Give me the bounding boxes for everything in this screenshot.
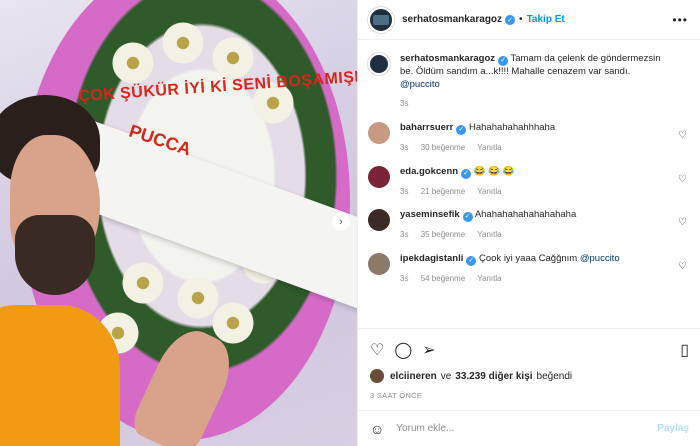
- add-comment-bar: ☺ Paylaş: [358, 410, 700, 446]
- reply-button[interactable]: Yanıtla: [477, 230, 501, 239]
- likes-suffix: beğendi: [536, 370, 573, 382]
- flower: [210, 35, 256, 81]
- comment-time: 3s: [400, 99, 409, 109]
- comment-time: 3s: [400, 143, 409, 153]
- comment-text: Çook iyi yaaa Cağğnım: [479, 253, 578, 265]
- list-item: baharrsuerr ✓ Hahahahahahhhaha 3s 30 beğe…: [368, 110, 691, 154]
- avatar[interactable]: [370, 369, 384, 383]
- follow-button[interactable]: Takip Et: [527, 14, 565, 25]
- avatar[interactable]: [368, 209, 390, 232]
- avatar[interactable]: [368, 253, 390, 276]
- flower: [110, 40, 156, 86]
- comment-username[interactable]: serhatosmankaragoz: [400, 53, 495, 64]
- post-timestamp[interactable]: 3 SAAT ÖNCE: [370, 391, 689, 400]
- list-item: ipekdagistanli ✓ Çook iyi yaaa Cağğnım @p…: [368, 241, 691, 285]
- emoji-icon[interactable]: ☺: [370, 421, 384, 437]
- reply-button[interactable]: Yanıtla: [477, 187, 501, 196]
- verified-icon: ✓: [461, 168, 472, 179]
- comment-text: Ahahahahahahahahaha: [474, 209, 577, 221]
- heart-icon[interactable]: ♡: [370, 340, 384, 360]
- heart-icon[interactable]: ♡: [678, 217, 687, 228]
- comment-username[interactable]: yaseminsefik: [400, 209, 460, 220]
- likes-count[interactable]: 33.239 diğer kişi: [455, 371, 532, 382]
- comment-text: 😂 😂 😂: [473, 165, 515, 177]
- verified-icon: ✓: [462, 212, 473, 223]
- comment-likes[interactable]: 21 beğenme: [421, 187, 465, 196]
- chevron-right-icon: ›: [339, 216, 343, 228]
- person: [0, 95, 130, 446]
- avatar[interactable]: [368, 6, 394, 33]
- comment-likes[interactable]: 35 beğenme: [421, 230, 465, 239]
- heart-icon[interactable]: ♡: [678, 261, 687, 272]
- separator: •: [519, 14, 523, 25]
- comment-icon[interactable]: ◯: [394, 340, 412, 360]
- comment-text: Hahahahahahhhaha: [468, 122, 556, 134]
- list-item: yaseminsefik ✓ Ahahahahahahahahaha 3s 35 …: [368, 197, 691, 241]
- share-icon[interactable]: ➢: [422, 340, 435, 360]
- comment-username[interactable]: eda.gokcenn: [400, 166, 458, 177]
- reply-button[interactable]: Yanıtla: [477, 274, 501, 283]
- comment-time: 3s: [400, 230, 409, 240]
- comment-username[interactable]: baharrsuerr: [400, 122, 453, 133]
- mention-link[interactable]: @puccito: [400, 79, 440, 90]
- likes-connector: ve: [440, 370, 452, 382]
- post-header: serhatosmankaragoz ✓ • Takip Et •••: [358, 0, 700, 40]
- verified-icon: ✓: [466, 255, 477, 266]
- heart-icon[interactable]: ♡: [678, 130, 687, 141]
- flower: [160, 20, 206, 66]
- verified-icon: ✓: [498, 55, 509, 66]
- post-image[interactable]: ÇOK ŞÜKÜR İYİ Kİ SENİ BOŞAMIŞIM PUCCA ›: [0, 0, 357, 446]
- comment-time: 3s: [400, 273, 409, 283]
- caption-comment: serhatosmankaragoz ✓ Tamam da çelenk de g…: [368, 41, 691, 110]
- comment-username[interactable]: ipekdagistanli: [400, 253, 463, 264]
- reply-button[interactable]: Yanıtla: [477, 143, 501, 152]
- comment-time: 3s: [400, 186, 409, 196]
- comment-input[interactable]: [396, 423, 627, 434]
- action-bar: ♡ ◯ ➢ ▯ elciineren ve 33.239 diğer kişi …: [358, 328, 700, 400]
- mention-link[interactable]: @puccito: [580, 253, 620, 264]
- comment-list[interactable]: serhatosmankaragoz ✓ Tamam da çelenk de g…: [358, 41, 700, 326]
- more-horizontal-icon[interactable]: •••: [672, 13, 688, 27]
- verified-icon: ✓: [456, 124, 467, 135]
- avatar[interactable]: [368, 165, 390, 188]
- next-image-button[interactable]: ›: [332, 213, 350, 231]
- list-item: eda.gokcenn ✓ 😂 😂 😂 3s 21 beğenme Yanıtla…: [368, 154, 691, 198]
- heart-icon[interactable]: ♡: [678, 174, 687, 185]
- bookmark-icon[interactable]: ▯: [680, 340, 689, 360]
- verified-icon: ✓: [505, 14, 516, 25]
- comment-likes[interactable]: 54 beğenme: [421, 274, 465, 283]
- liker-username[interactable]: elciineren: [390, 371, 437, 382]
- comment-likes[interactable]: 30 beğenme: [421, 143, 465, 152]
- likes-summary: elciineren ve 33.239 diğer kişi beğendi: [370, 369, 689, 383]
- header-username[interactable]: serhatosmankaragoz: [402, 14, 502, 25]
- post-comment-button[interactable]: Paylaş: [657, 423, 689, 434]
- avatar[interactable]: [368, 122, 390, 145]
- avatar[interactable]: [368, 53, 390, 75]
